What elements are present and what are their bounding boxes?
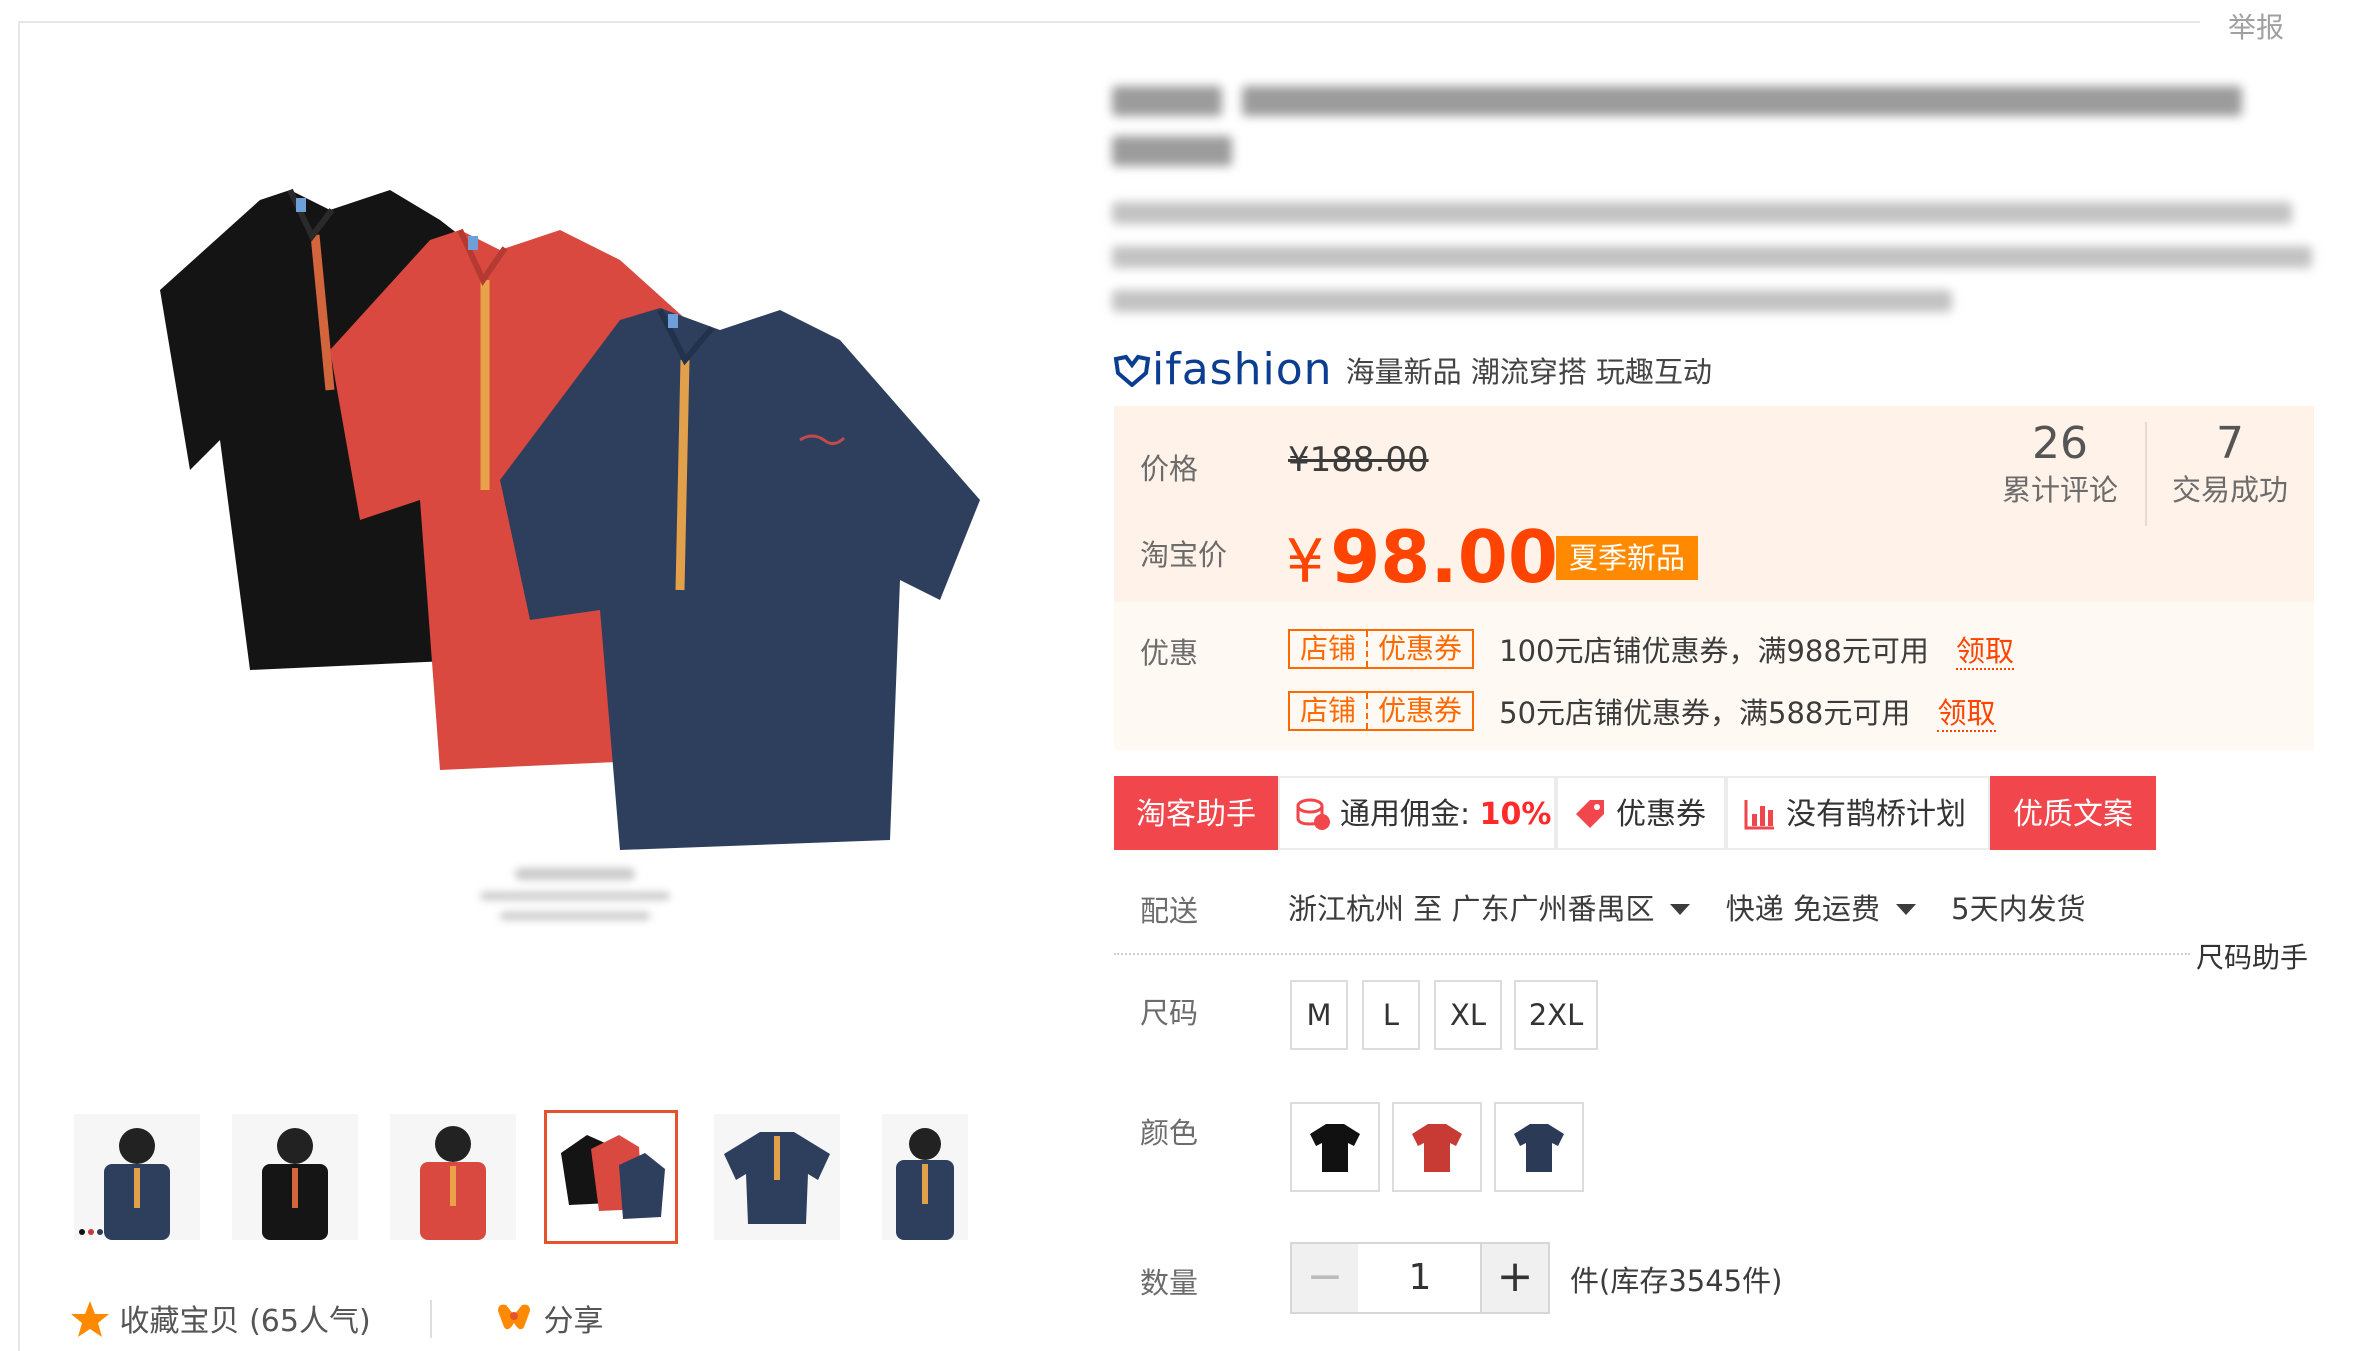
blurred-product-title [1112,80,2322,320]
star-icon [70,1301,110,1339]
favorite-button[interactable]: 收藏宝贝 (65人气) [70,1296,371,1340]
ship-fee[interactable]: 免运费 [1793,892,1880,926]
favorite-count: (65人气) [249,1304,371,1339]
summer-new-badge: 夏季新品 [1556,536,1698,580]
taobao-price: ¥98.00 [1286,514,1558,605]
size-label: 尺码 [1140,996,1199,1030]
claim-coupon-link[interactable]: 领取 [1937,696,1996,732]
coupon-description: 100元店铺优惠券，满988元可用 [1499,634,1929,668]
price-value: 98.00 [1330,515,1558,599]
commission-label: 通用佣金: [1340,797,1471,832]
frame-top-border [18,21,2200,23]
bridge-plan-button[interactable]: 没有鹊桥计划 [1726,776,1990,850]
thumbnail-3[interactable] [390,1114,516,1240]
action-divider [430,1300,432,1338]
quantity-decrease-button[interactable]: − [1290,1242,1360,1314]
coupon-tool-button[interactable]: 优惠券 [1556,776,1726,850]
ifashion-heart-icon [1112,354,1152,388]
share-label: 分享 [543,1304,604,1339]
navy-shirt-graphic [500,308,980,850]
bridge-plan-label: 没有鹊桥计划 [1786,797,1966,832]
share-icon [494,1304,534,1339]
sales-count-label: 交易成功 [2171,473,2288,507]
ship-origin: 浙江杭州 [1288,892,1405,926]
main-image-caption [480,868,670,938]
ifashion-tagline: 海量新品 潮流穿搭 玩趣互动 [1345,354,1713,389]
ifashion-logo: ifashion [1152,344,1333,395]
promotion-label: 优惠 [1140,636,1199,670]
ship-to: 至 [1413,892,1443,926]
thumbnail-4-active[interactable] [544,1110,678,1244]
thumbnail-6[interactable] [882,1114,968,1240]
size-option-m[interactable]: M [1290,980,1348,1050]
price-label: 价格 [1140,452,1199,486]
size-option-xl[interactable]: XL [1434,980,1502,1050]
main-product-image[interactable] [100,140,1060,880]
dotted-divider [1114,953,2190,955]
review-count: 26 [2032,418,2088,469]
ship-destination[interactable]: 广东广州番禺区 [1451,892,1654,926]
currency-symbol: ¥ [1286,527,1325,597]
size-option-l[interactable]: L [1362,980,1420,1050]
sales-count: 7 [2216,418,2244,469]
size-option-2xl[interactable]: 2XL [1514,980,1598,1050]
quantity-label: 数量 [1140,1266,1199,1300]
coupon-row: 店铺 优惠券 50元店铺优惠券，满588元可用 领取 [1288,690,1996,732]
destination-dropdown-icon[interactable] [1670,903,1691,915]
quantity-increase-button[interactable]: + [1480,1242,1550,1314]
thumbnail-2[interactable] [232,1114,358,1240]
store-coupon-tag: 店铺 优惠券 [1288,629,1475,669]
coupon-tag-icon [1572,797,1616,832]
color-option-black[interactable] [1290,1102,1380,1192]
bar-chart-icon [1742,797,1786,832]
original-price: ¥188.00 [1288,440,1429,480]
commission-button[interactable]: 通用佣金: 10% [1278,776,1556,850]
quantity-input[interactable]: 1 [1358,1242,1482,1314]
claim-coupon-link[interactable]: 领取 [1955,634,2014,670]
share-button[interactable]: 分享 [494,1296,604,1340]
coupon-tool-label: 优惠券 [1616,797,1706,832]
coupon-description: 50元店铺优惠券，满588元可用 [1499,696,1911,730]
favorite-label: 收藏宝贝 [119,1304,240,1339]
ship-dispatch: 5天内发货 [1951,892,2086,926]
commission-value: 10% [1479,797,1552,832]
coupon-row: 店铺 优惠券 100元店铺优惠券，满988元可用 领取 [1288,628,2014,670]
shipping-info: 浙江杭州 至 广东广州番禺区 快递 免运费 5天内发货 [1288,886,2086,928]
thumbnail-5[interactable] [714,1114,840,1240]
thumbnail-1[interactable] [74,1114,200,1240]
coins-icon [1294,797,1340,832]
quality-copy-button[interactable]: 优质文案 [1990,776,2156,850]
sales-count-stat[interactable]: 7 交易成功 [2160,418,2300,510]
review-count-stat[interactable]: 26 累计评论 [1990,418,2130,510]
ifashion-banner[interactable]: ifashion 海量新品 潮流穿搭 玩趣互动 [1112,344,1713,395]
color-label: 颜色 [1140,1116,1199,1150]
review-count-label: 累计评论 [2001,473,2118,507]
color-option-navy[interactable] [1494,1102,1584,1192]
report-link[interactable]: 举报 [2228,6,2284,46]
size-helper-link[interactable]: 尺码助手 [2196,936,2308,976]
taobao-price-label: 淘宝价 [1140,538,1228,572]
shipping-label: 配送 [1140,894,1199,928]
ship-method: 快递 [1725,892,1784,926]
stock-info: 件(库存3545件) [1570,1264,1783,1298]
fee-dropdown-icon[interactable] [1895,903,1916,915]
frame-left-border [18,21,20,1351]
taoke-assistant-button[interactable]: 淘客助手 [1114,776,1278,850]
store-coupon-tag: 店铺 优惠券 [1288,691,1475,731]
stats-divider [2145,422,2147,526]
color-option-red[interactable] [1392,1102,1482,1192]
